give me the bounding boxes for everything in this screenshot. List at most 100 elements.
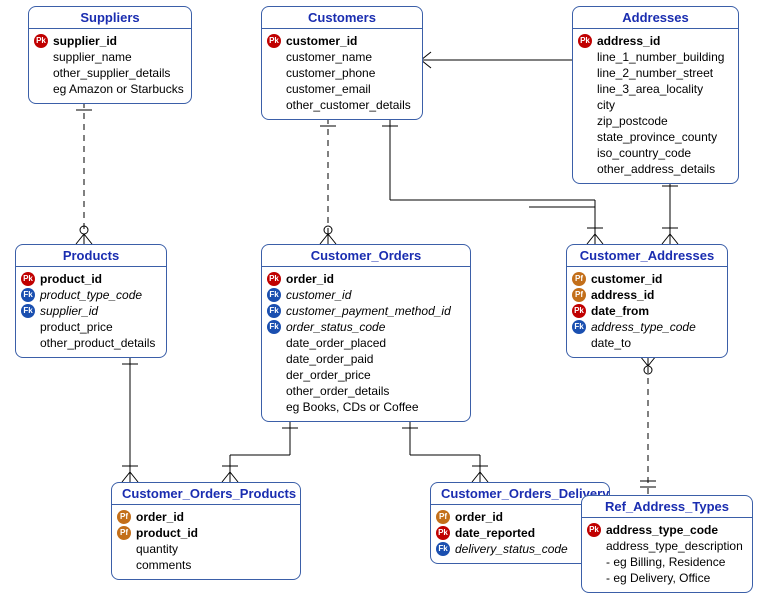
pk-key-icon: Pk bbox=[586, 523, 602, 537]
attr-row: date_order_paid bbox=[266, 351, 464, 367]
key-label: Pk bbox=[34, 34, 48, 48]
fk-key-icon: Fk bbox=[266, 288, 282, 302]
attr-name: customer_id bbox=[286, 287, 351, 303]
attr-row: Fk product_type_code bbox=[20, 287, 160, 303]
pf-key-icon: Pf bbox=[116, 510, 132, 524]
attr-row: state_province_county bbox=[577, 129, 732, 145]
attr-name: customer_id bbox=[591, 271, 662, 287]
entity-suppliers: SuppliersPksupplier_idsupplier_nameother… bbox=[28, 6, 192, 104]
attr-name: other_product_details bbox=[40, 335, 155, 351]
attr-name: customer_email bbox=[286, 81, 371, 97]
key-label: Pk bbox=[578, 34, 592, 48]
attr-row: eg Books, CDs or Coffee bbox=[266, 399, 464, 415]
key-label: Pk bbox=[436, 526, 450, 540]
key-label: Fk bbox=[436, 542, 450, 556]
attr-row: Pforder_id bbox=[116, 509, 294, 525]
attr-row: der_order_price bbox=[266, 367, 464, 383]
entity-attrs: Pksupplier_idsupplier_nameother_supplier… bbox=[29, 29, 191, 103]
entity-customers: CustomersPkcustomer_idcustomer_namecusto… bbox=[261, 6, 423, 120]
key-label: Pf bbox=[572, 288, 586, 302]
key-label: Fk bbox=[572, 320, 586, 334]
key-label: Pk bbox=[267, 34, 281, 48]
fk-key-icon: Fk bbox=[571, 320, 587, 334]
attr-row: other_customer_details bbox=[266, 97, 416, 113]
attr-name: quantity bbox=[136, 541, 178, 557]
attr-row: date_order_placed bbox=[266, 335, 464, 351]
key-label: Pk bbox=[267, 272, 281, 286]
attr-row: iso_country_code bbox=[577, 145, 732, 161]
key-label: Fk bbox=[21, 288, 35, 302]
pf-key-icon: Pf bbox=[435, 510, 451, 524]
entity-attrs: Pf customer_id Pf address_id Pk date_fromFkad… bbox=[567, 267, 727, 357]
attr-name: zip_postcode bbox=[597, 113, 668, 129]
entity-attrs: Pkaddress_idline_1_number_buildingline_2… bbox=[573, 29, 738, 183]
attr-name: product_type_code bbox=[40, 287, 142, 303]
attr-row: other_address_details bbox=[577, 161, 732, 177]
entity-attrs: Pkcustomer_idcustomer_namecustomer_phone… bbox=[262, 29, 422, 119]
attr-name: order_id bbox=[286, 271, 334, 287]
fk-key-icon: Fk bbox=[266, 304, 282, 318]
attr-row: line_1_number_building bbox=[577, 49, 732, 65]
key-label: Pf bbox=[572, 272, 586, 286]
pk-key-icon: Pk bbox=[435, 526, 451, 540]
key-label: Pk bbox=[572, 304, 586, 318]
attr-name: other_address_details bbox=[597, 161, 715, 177]
attr-row: eg Amazon or Starbucks bbox=[33, 81, 185, 97]
attr-name: product_id bbox=[40, 271, 102, 287]
attr-row: Pf order_id bbox=[435, 509, 603, 525]
entity-title: Customers bbox=[262, 7, 422, 29]
entity-title: Suppliers bbox=[29, 7, 191, 29]
attr-row: Pkaddress_id bbox=[577, 33, 732, 49]
attr-row: other_order_details bbox=[266, 383, 464, 399]
attr-name: iso_country_code bbox=[597, 145, 691, 161]
attr-row: address_type_description bbox=[586, 538, 746, 554]
attr-row: Pk customer_id bbox=[266, 33, 416, 49]
pk-key-icon: Pk bbox=[33, 34, 49, 48]
attr-row: Pksupplier_id bbox=[33, 33, 185, 49]
attr-row: Fksupplier_id bbox=[20, 303, 160, 319]
key-label: Fk bbox=[267, 288, 281, 302]
entity-title: Products bbox=[16, 245, 166, 267]
attr-row: - eg Delivery, Office bbox=[586, 570, 746, 586]
key-label: Pf bbox=[117, 526, 131, 540]
attr-name: line_2_number_street bbox=[597, 65, 713, 81]
attr-row: city bbox=[577, 97, 732, 113]
pk-key-icon: Pk bbox=[266, 272, 282, 286]
entity-addresses: AddressesPkaddress_idline_1_number_build… bbox=[572, 6, 739, 184]
attr-name: comments bbox=[136, 557, 191, 573]
entity-title: Customer_Orders bbox=[262, 245, 470, 267]
entity-attrs: Pforder_idPfproduct_idquantitycomments bbox=[112, 505, 300, 579]
attr-row: comments bbox=[116, 557, 294, 573]
entity-attrs: Pk order_id Fk customer_id Fk customer_paymen… bbox=[262, 267, 470, 421]
attr-name: date_from bbox=[591, 303, 649, 319]
entity-attrs: Pkaddress_type_codeaddress_type_descript… bbox=[582, 518, 752, 592]
attr-name: eg Books, CDs or Coffee bbox=[286, 399, 419, 415]
attr-row: Pkdate_reported bbox=[435, 525, 603, 541]
attr-row: date_to bbox=[571, 335, 721, 351]
attr-name: address_id bbox=[591, 287, 654, 303]
attr-name: other_supplier_details bbox=[53, 65, 170, 81]
entity-title: Customer_Orders_Products bbox=[112, 483, 300, 505]
attr-row: Fkaddress_type_code bbox=[571, 319, 721, 335]
attr-row: Pk date_from bbox=[571, 303, 721, 319]
key-label: Pf bbox=[117, 510, 131, 524]
key-label: Pf bbox=[436, 510, 450, 524]
attr-name: customer_id bbox=[286, 33, 357, 49]
attr-row: quantity bbox=[116, 541, 294, 557]
attr-name: customer_payment_method_id bbox=[286, 303, 451, 319]
attr-name: line_1_number_building bbox=[597, 49, 724, 65]
pk-key-icon: Pk bbox=[577, 34, 593, 48]
attr-row: Fkdelivery_status_code bbox=[435, 541, 603, 557]
attr-name: eg Amazon or Starbucks bbox=[53, 81, 184, 97]
pf-key-icon: Pf bbox=[571, 288, 587, 302]
key-label: Pk bbox=[587, 523, 601, 537]
attr-row: - eg Billing, Residence bbox=[586, 554, 746, 570]
attr-row: zip_postcode bbox=[577, 113, 732, 129]
attr-name: order_id bbox=[455, 509, 503, 525]
entity-customer_addresses: Customer_AddressesPfcustomer_idPfaddress… bbox=[566, 244, 728, 358]
attr-row: customer_phone bbox=[266, 65, 416, 81]
attr-row: Pk order_id bbox=[266, 271, 464, 287]
entity-attrs: Pkproduct_idFkproduct_type_codeFksupplie… bbox=[16, 267, 166, 357]
attr-name: date_to bbox=[591, 335, 631, 351]
attr-row: other_supplier_details bbox=[33, 65, 185, 81]
